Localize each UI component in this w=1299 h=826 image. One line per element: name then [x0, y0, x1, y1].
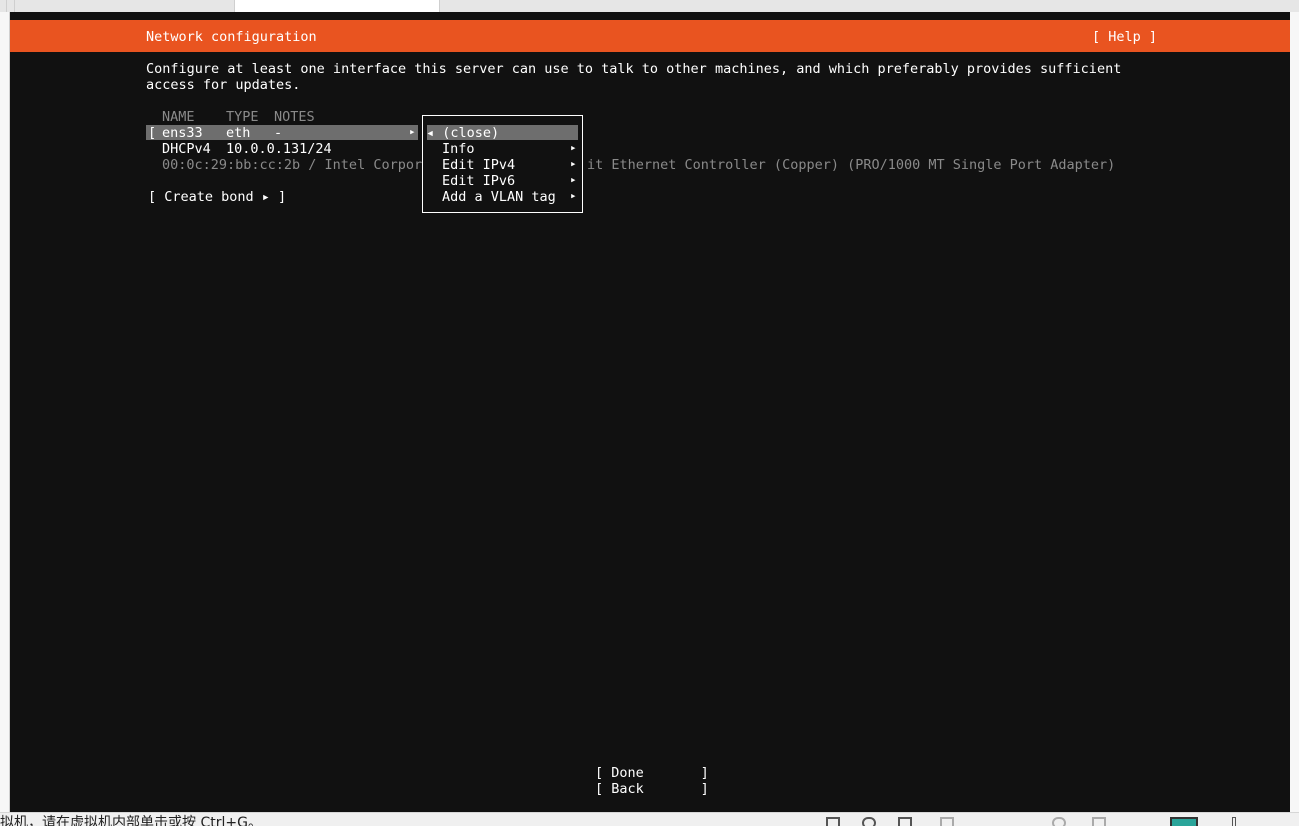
description-line-1: Configure at least one interface this se… [146, 61, 1122, 77]
description-line-2: access for updates. [146, 77, 301, 93]
menu-item-add-vlan-arrow-icon: ▸ [570, 189, 577, 202]
console-top-strip [10, 12, 1290, 20]
column-header-name: NAME [162, 109, 195, 125]
menu-item-close[interactable]: ◂ (close) [426, 125, 499, 141]
menu-item-edit-ipv6-arrow-icon: ▸ [570, 173, 577, 186]
menu-item-info[interactable]: Info [442, 141, 475, 157]
menu-item-add-vlan[interactable]: Add a VLAN tag [442, 189, 556, 205]
menu-item-edit-ipv4-arrow-icon: ▸ [570, 157, 577, 170]
host-tab-active[interactable] [234, 0, 440, 12]
interface-name: ens33 [162, 125, 203, 141]
done-button[interactable]: [ Done ] [595, 765, 709, 781]
host-left-border [0, 12, 10, 812]
interface-type: eth [226, 125, 251, 141]
create-bond-button[interactable]: [ Create bond ▸ ] [148, 189, 286, 205]
host-right-border [1290, 12, 1299, 812]
host-tab-edge [0, 0, 7, 12]
mac-info-right: it Ethernet Controller (Copper) (PRO/100… [587, 157, 1116, 173]
column-header-notes: NOTES [274, 109, 315, 125]
interface-action-menu: ◂ (close) Info ▸ Edit IPv4 ▸ Edit IPv6 ▸… [422, 115, 583, 213]
host-tab-inactive[interactable] [14, 0, 235, 12]
help-button[interactable]: [ Help ] [1092, 29, 1157, 45]
host-tab-bar [0, 0, 1299, 12]
interface-notes: - [274, 125, 283, 141]
host-status-bar: 要将输入定向到该虚拟机，请在虚拟机内部单击或按 Ctrl+G。 [0, 812, 1299, 826]
menu-item-edit-ipv6[interactable]: Edit IPv6 [442, 173, 515, 189]
row-bracket: [ [148, 125, 157, 141]
page-title: Network configuration [146, 29, 317, 45]
column-header-type: TYPE [226, 109, 259, 125]
mac-info-left: 00:0c:29:bb:cc:2b / Intel Corpor [162, 157, 423, 173]
host-status-hint: 要将输入定向到该虚拟机，请在虚拟机内部单击或按 Ctrl+G。 [0, 815, 262, 826]
menu-item-edit-ipv4[interactable]: Edit IPv4 [442, 157, 515, 173]
back-button[interactable]: [ Back ] [595, 781, 709, 797]
menu-item-info-arrow-icon: ▸ [570, 141, 577, 154]
row-expand-arrow-icon[interactable]: ▸ [409, 124, 416, 140]
dhcp-label: DHCPv4 [162, 141, 211, 157]
dhcp-address: 10.0.0.131/24 [226, 141, 332, 157]
vm-console[interactable]: Network configuration [ Help ] Configure… [10, 12, 1290, 812]
